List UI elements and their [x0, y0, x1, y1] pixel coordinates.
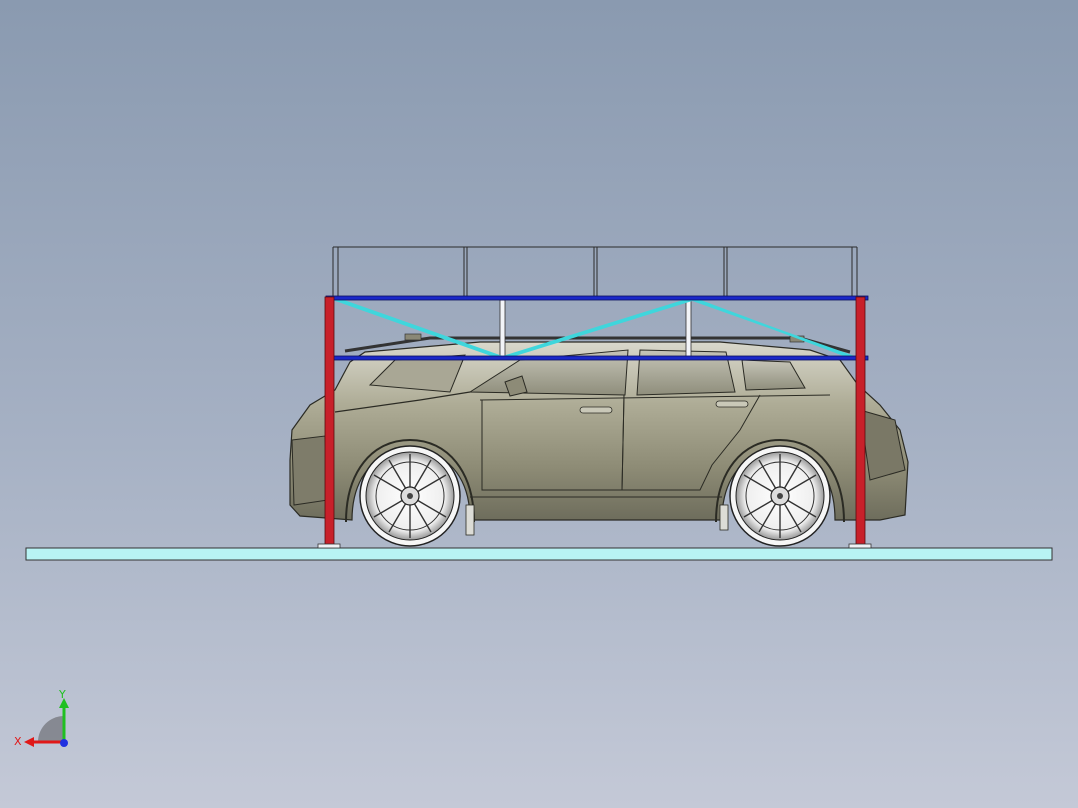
z-axis-dot — [60, 739, 68, 747]
hanger-left — [499, 299, 506, 359]
coordinate-triad: Y X — [14, 688, 69, 748]
column-left — [324, 296, 335, 549]
column-right — [855, 296, 866, 549]
hanger-right — [685, 299, 692, 359]
door-handle-front — [579, 406, 613, 414]
graphics-viewport[interactable]: Y X — [0, 0, 1078, 808]
base-plate-left — [317, 543, 341, 549]
top-beam — [325, 295, 869, 301]
mudflap-front — [465, 504, 475, 536]
ground-slab[interactable] — [25, 547, 1053, 561]
x-axis-label: X — [14, 735, 22, 748]
x-axis-head — [24, 737, 34, 747]
railing — [332, 246, 858, 297]
wheel-rear — [729, 445, 831, 547]
lower-beam — [325, 355, 869, 361]
triad-quadrant — [38, 716, 64, 742]
model-scene[interactable] — [0, 0, 1078, 808]
vehicle[interactable] — [289, 333, 909, 547]
roof-antenna-front — [404, 333, 422, 341]
door-handle-rear — [715, 400, 749, 408]
mudflap-rear — [719, 504, 729, 531]
y-axis-label: Y — [58, 688, 66, 701]
front-grille — [291, 435, 329, 506]
base-plate-right — [848, 543, 872, 549]
wheel-front — [359, 445, 461, 547]
